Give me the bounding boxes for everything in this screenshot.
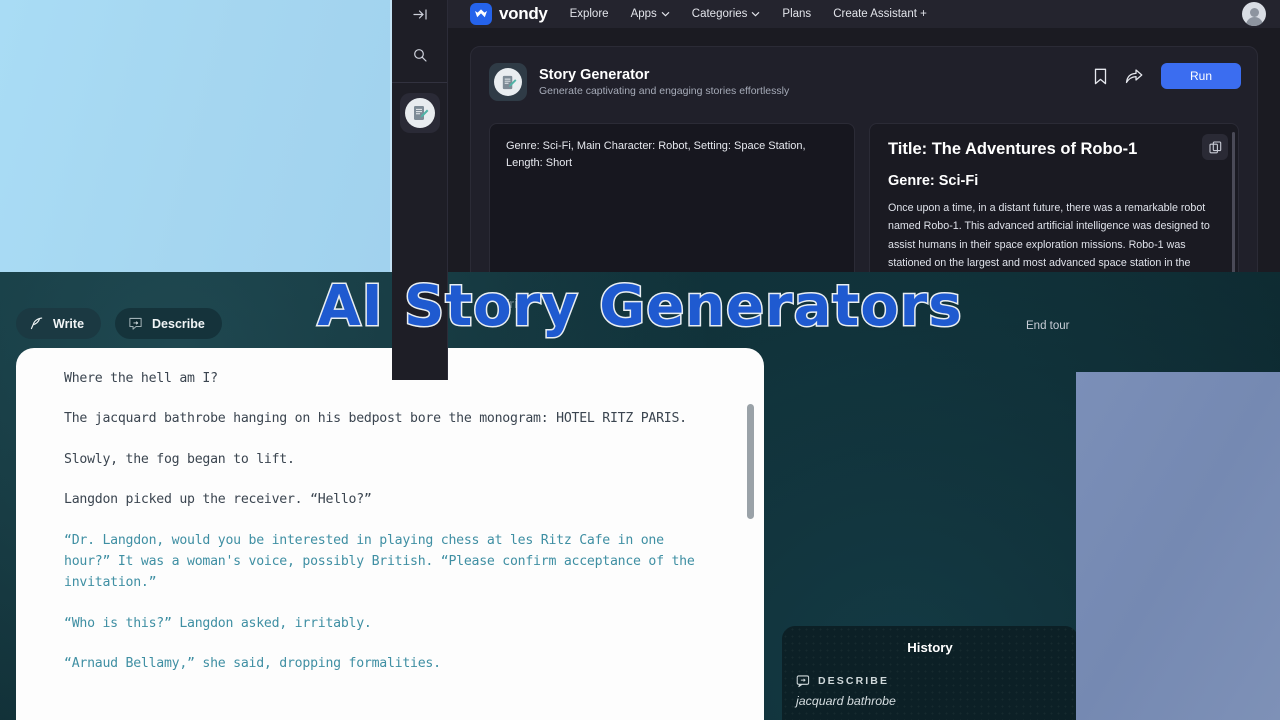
describe-mode-label: Describe (152, 316, 205, 331)
bookmark-icon[interactable] (1094, 68, 1107, 85)
nav-item-explore[interactable]: Explore (570, 8, 609, 20)
sidebar-divider (392, 82, 447, 83)
app-thumbnail-glyph (494, 68, 522, 96)
quill-icon (29, 316, 44, 331)
output-scrollbar[interactable] (1232, 132, 1235, 282)
chevron-down-icon (751, 11, 760, 17)
copy-icon[interactable] (1202, 134, 1228, 160)
document-editor[interactable]: Where the hell am I? The jacquard bathro… (16, 348, 764, 720)
avatar-head (1249, 8, 1259, 17)
run-button[interactable]: Run (1161, 63, 1241, 89)
background-light-blue-panel (0, 0, 392, 272)
story-title: Title: The Adventures of Robo-1 (888, 140, 1138, 158)
write-mode-chip[interactable]: Write (16, 308, 102, 339)
nav-item-create-assistant[interactable]: Create Assistant + (833, 8, 927, 20)
nav-item-plans[interactable]: Plans (782, 8, 811, 20)
speech-bubble-icon (128, 316, 143, 331)
search-icon[interactable] (392, 28, 448, 82)
panel-collapse-icon[interactable] (392, 0, 448, 28)
document-paragraph-generated: “Dr. Langdon, would you be interested in… (64, 532, 695, 591)
vondy-logo-icon[interactable] (470, 3, 492, 25)
chevron-down-icon (661, 11, 670, 17)
story-generator-app-icon (404, 98, 435, 128)
end-tour-button[interactable]: End tour (1026, 320, 1069, 332)
share-icon[interactable] (1125, 68, 1143, 85)
background-blue-gray-panel (1076, 372, 1280, 720)
document-scrollbar[interactable] (747, 404, 754, 519)
document-paragraph-generated: “Who is this?” Langdon asked, irritably. (64, 615, 372, 631)
app-subtitle: Generate captivating and engaging storie… (539, 85, 790, 97)
nav-item-create-assistant-label: Create Assistant + (833, 8, 927, 20)
describe-icon (796, 674, 810, 688)
screenshot-stage: vondy Explore Apps Categories Plans Crea… (0, 0, 1280, 720)
history-entry-subject: jacquard bathrobe (796, 694, 896, 708)
history-entry-kind: DESCRIBE (796, 674, 1064, 688)
vondy-top-nav: vondy Explore Apps Categories Plans Crea… (392, 0, 1280, 28)
document-paragraph: Slowly, the fog began to lift. (64, 451, 295, 467)
avatar-body (1245, 17, 1263, 26)
vondy-brand-name: vondy (499, 4, 548, 23)
document-paragraph: Where the hell am I? (64, 371, 218, 386)
nav-item-categories-label: Categories (691, 8, 748, 20)
user-avatar[interactable] (1242, 2, 1266, 26)
nav-item-apps[interactable]: Apps (631, 8, 670, 20)
nav-item-categories[interactable]: Categories (692, 8, 761, 20)
prompt-input-value: Genre: Sci-Fi, Main Character: Robot, Se… (506, 140, 806, 170)
document-paragraph: The jacquard bathrobe hanging on his bed… (64, 411, 687, 427)
history-panel-title: History (907, 640, 953, 655)
write-mode-label: Write (53, 316, 85, 331)
tour-ghost-label: Write (497, 296, 530, 311)
page-title: Story Generator (539, 67, 650, 83)
describe-mode-chip[interactable]: Describe (115, 308, 222, 339)
story-genre: Genre: Sci-Fi (888, 173, 979, 189)
writer-mode-chips: Write Describe (16, 308, 222, 339)
document-paragraph-generated: “Arnaud Bellamy,” she said, dropping for… (64, 656, 441, 671)
story-body: Once upon a time, in a distant future, t… (888, 202, 1210, 270)
history-entry-kind-label: DESCRIBE (818, 675, 890, 687)
app-thumbnail (489, 63, 527, 101)
nav-item-apps-label: Apps (630, 8, 657, 20)
nav-item-explore-label: Explore (569, 8, 609, 20)
vondy-left-sidebar (392, 0, 448, 380)
document-paragraph: Langdon picked up the receiver. “Hello?” (64, 492, 372, 508)
sidebar-item-story-generator[interactable] (399, 93, 440, 133)
app-action-bar: Run (1094, 63, 1241, 89)
history-panel: History DESCRIBE jacquard bathrobe (782, 626, 1078, 720)
nav-item-plans-label: Plans (782, 8, 812, 20)
